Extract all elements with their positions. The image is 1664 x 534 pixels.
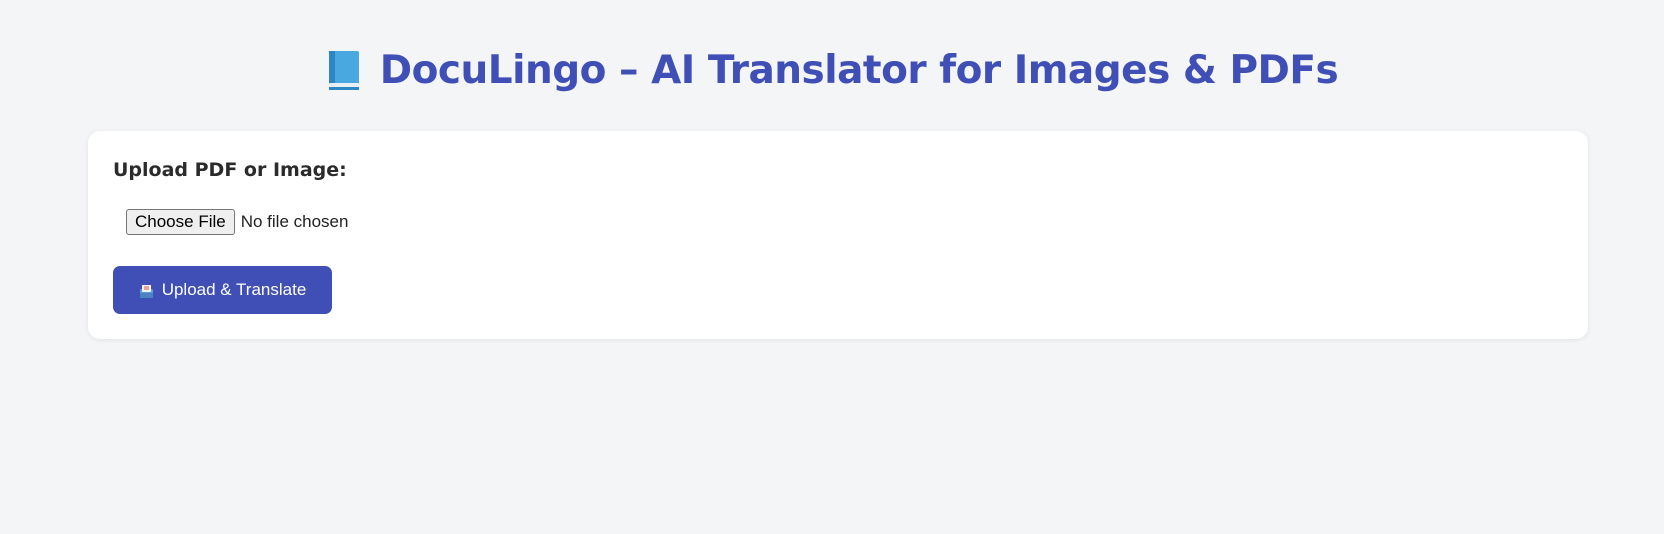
file-input[interactable]: Choose File No file chosen bbox=[126, 209, 348, 235]
page-title: DocuLingo – AI Translator for Images & P… bbox=[0, 40, 1664, 100]
page-title-text: DocuLingo – AI Translator for Images & P… bbox=[379, 47, 1339, 93]
choose-file-button[interactable]: Choose File bbox=[126, 209, 235, 235]
upload-card: Upload PDF or Image: Choose File No file… bbox=[88, 131, 1588, 339]
file-status-text: No file chosen bbox=[240, 212, 349, 231]
upload-translate-button[interactable]: Upload & Translate bbox=[113, 266, 332, 314]
inbox-tray-icon bbox=[139, 283, 154, 298]
upload-label: Upload PDF or Image: bbox=[113, 159, 347, 181]
blue-book-icon bbox=[326, 49, 362, 91]
upload-translate-label: Upload & Translate bbox=[161, 280, 307, 299]
